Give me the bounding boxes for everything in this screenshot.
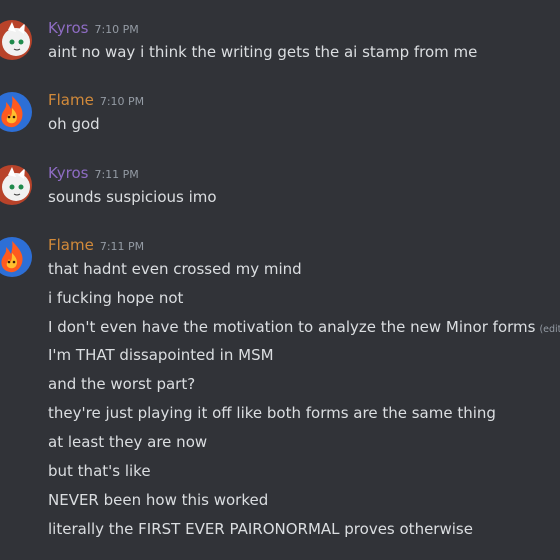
message-text: but that's like <box>48 462 151 480</box>
timestamp: 7:10 PM <box>99 95 145 108</box>
message-text: literally the FIRST EVER PAIRONORMAL pro… <box>48 520 473 538</box>
flame-avatar-icon[interactable] <box>0 92 32 132</box>
message-text: that hadnt even crossed my mind <box>48 260 302 278</box>
message-text: NEVER been how this worked <box>48 491 269 509</box>
edited-label: (edited) <box>539 324 560 335</box>
flame-avatar-icon[interactable] <box>0 237 32 277</box>
message-text: they're just playing it off like both fo… <box>48 404 496 422</box>
message-text: at least they are now <box>48 433 208 451</box>
timestamp: 7:11 PM <box>94 168 139 181</box>
message-text: oh god <box>48 115 100 133</box>
username[interactable]: Flame <box>48 236 94 254</box>
message-text: and the worst part? <box>48 375 196 393</box>
timestamp: 7:11 PM <box>99 240 145 253</box>
chat-messages: Kyros 7:10 PM aint no way i think the wri… <box>0 0 560 560</box>
username[interactable]: Kyros <box>48 19 88 37</box>
white-fox-avatar-icon[interactable] <box>0 20 32 60</box>
message-text: I don't even have the motivation to anal… <box>48 317 560 340</box>
message-header: Kyros 7:10 PM <box>48 18 139 38</box>
timestamp: 7:10 PM <box>94 23 139 36</box>
message-text: sounds suspicious imo <box>48 188 217 206</box>
message-text-content: I don't even have the motivation to anal… <box>48 318 536 336</box>
message-text: aint no way i think the writing gets the… <box>48 43 478 61</box>
message-text: I'm THAT dissapointed in MSM <box>48 346 274 364</box>
white-fox-avatar-icon[interactable] <box>0 165 32 205</box>
message-header: Flame 7:10 PM <box>48 90 144 110</box>
message-header: Flame 7:11 PM <box>48 235 144 255</box>
username[interactable]: Flame <box>48 91 94 109</box>
username[interactable]: Kyros <box>48 164 88 182</box>
message-header: Kyros 7:11 PM <box>48 163 139 183</box>
message-text: i fucking hope not <box>48 289 184 307</box>
